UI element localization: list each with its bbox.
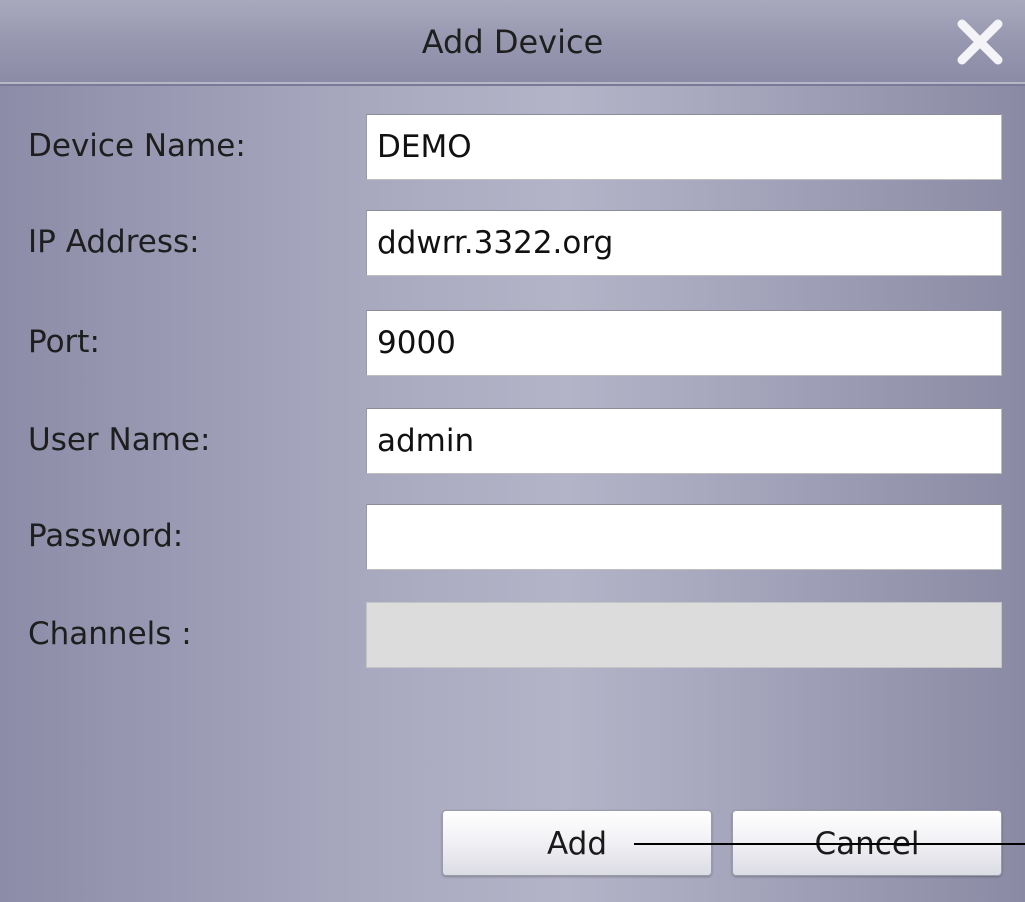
port-label: Port: (28, 324, 100, 360)
add-device-dialog: Add Device Device Name: IP Address: Port… (0, 0, 1025, 902)
user-name-field[interactable] (366, 408, 1002, 474)
channels-label: Channels : (28, 616, 192, 652)
ip-address-label: IP Address: (28, 224, 200, 260)
device-name-field[interactable] (366, 114, 1002, 180)
title-bar[interactable]: Add Device (0, 0, 1025, 86)
device-name-label: Device Name: (28, 128, 246, 164)
close-button[interactable] (952, 16, 1008, 68)
annotation-line (634, 843, 1025, 845)
dialog-title: Add Device (421, 23, 604, 61)
password-label: Password: (28, 518, 184, 554)
port-field[interactable] (366, 310, 1002, 376)
password-field[interactable] (366, 504, 1002, 570)
ip-address-field[interactable] (366, 210, 1002, 276)
channels-field (366, 602, 1002, 668)
user-name-label: User Name: (28, 422, 211, 458)
close-icon (952, 16, 1008, 68)
